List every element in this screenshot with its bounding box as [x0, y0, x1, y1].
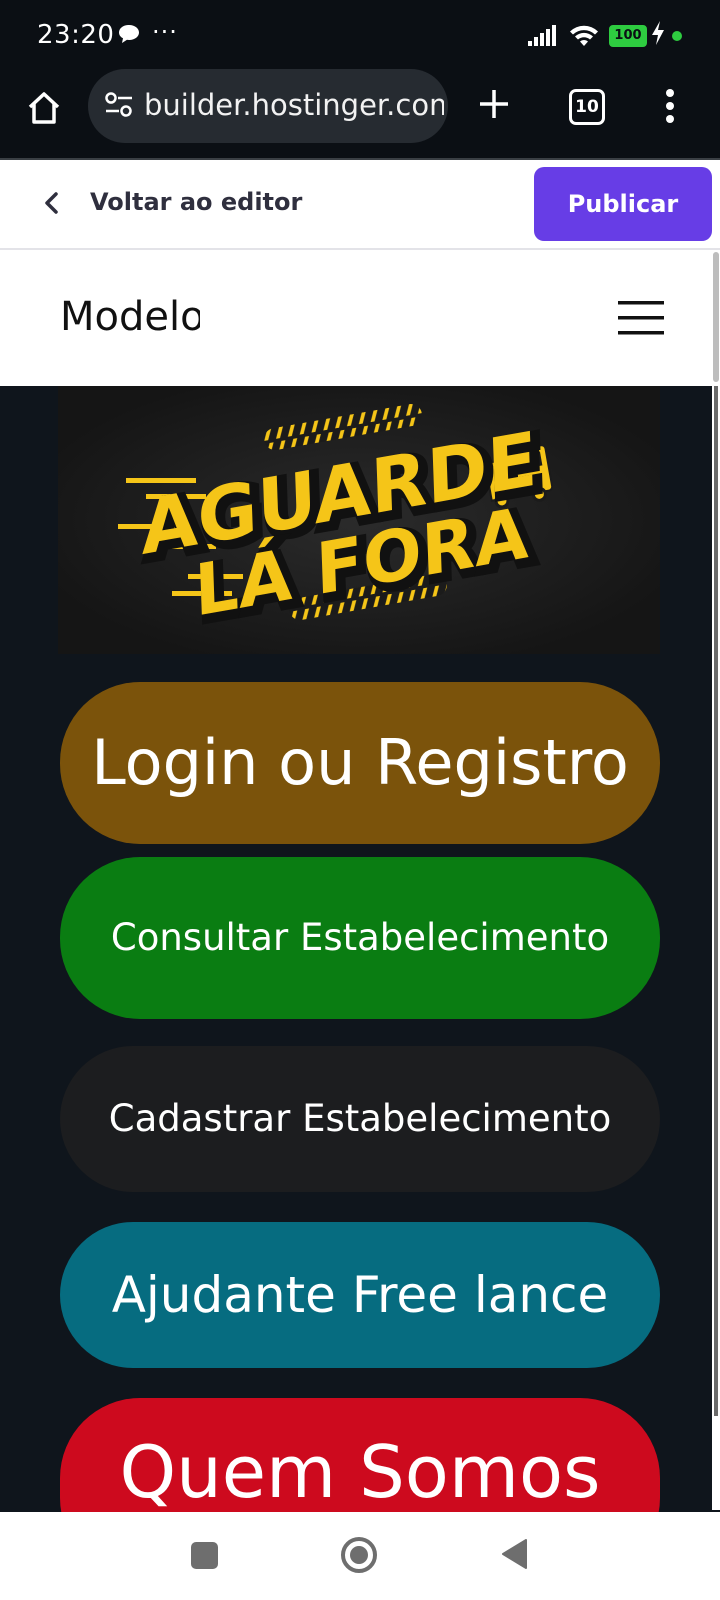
banner-graphic: AGUARDE AGUARDE LÁ FORA LÁ FORA: [118, 404, 554, 642]
back-triangle-icon[interactable]: [500, 1538, 528, 1574]
menu-kebab-icon[interactable]: [664, 88, 676, 128]
chevron-left-icon[interactable]: [42, 190, 62, 220]
signal-icon: [528, 24, 560, 50]
banner-image: AGUARDE AGUARDE LÁ FORA LÁ FORA: [58, 386, 660, 654]
login-register-button[interactable]: Login ou Registro: [60, 682, 660, 844]
status-bar: 23:20 ··· 100: [0, 0, 720, 72]
scrollbar-line: [714, 386, 718, 1416]
scrollbar-thumb[interactable]: [713, 252, 719, 382]
battery-icon: 100: [609, 25, 647, 47]
back-to-editor-link[interactable]: Voltar ao editor: [90, 188, 302, 216]
home-icon[interactable]: [24, 88, 64, 132]
site-header: Modelo: [0, 250, 712, 386]
register-establishment-button[interactable]: Cadastrar Estabelecimento: [60, 1046, 660, 1192]
home-circle-icon[interactable]: [340, 1536, 378, 1578]
wifi-icon: [568, 22, 600, 52]
address-bar[interactable]: builder.hostinger.com: [88, 69, 448, 143]
system-nav-bar: [0, 1512, 720, 1600]
status-time: 23:20: [37, 20, 115, 50]
freelance-helper-button[interactable]: Ajudante Free lance: [60, 1222, 660, 1368]
editor-topbar: Voltar ao editor Publicar: [0, 160, 720, 250]
recents-square-icon[interactable]: [191, 1542, 218, 1569]
hamburger-menu-icon[interactable]: [618, 300, 664, 340]
publish-button[interactable]: Publicar: [534, 167, 712, 241]
url-text: builder.hostinger.com: [144, 88, 444, 122]
chat-icon: [118, 24, 140, 48]
site-logo-text[interactable]: Modelo: [60, 294, 200, 340]
tabs-icon[interactable]: 10: [569, 89, 605, 125]
charging-icon: [651, 21, 665, 49]
new-tab-icon[interactable]: [476, 86, 512, 126]
browser-toolbar: builder.hostinger.com 10: [0, 69, 720, 160]
site-settings-icon[interactable]: [104, 91, 134, 123]
consult-establishment-button[interactable]: Consultar Estabelecimento: [60, 857, 660, 1019]
more-notifications-icon: ···: [152, 18, 178, 46]
privacy-indicator-dot: [672, 31, 682, 41]
